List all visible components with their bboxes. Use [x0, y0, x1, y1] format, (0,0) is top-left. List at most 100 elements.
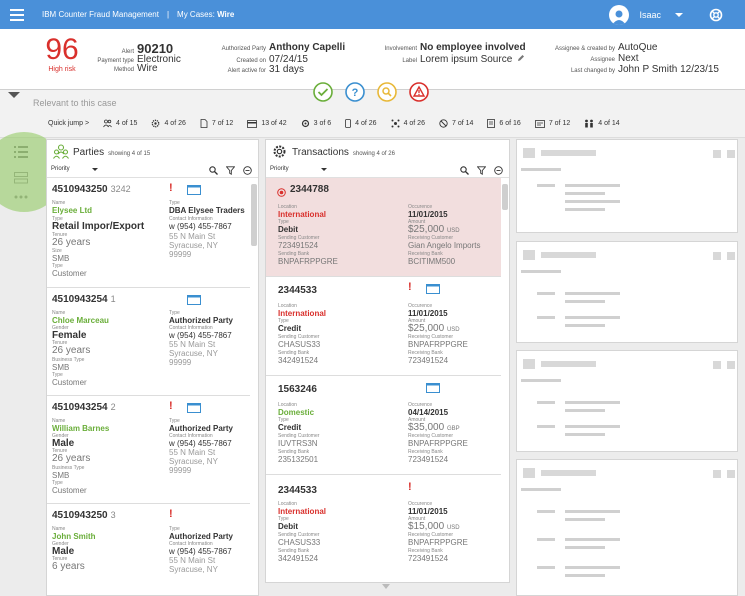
filter-icon[interactable]: [226, 166, 235, 175]
breadcrumb-prefix[interactable]: My Cases:: [177, 10, 215, 19]
txn-occurence-field: Occurence 11/01/2015: [408, 501, 448, 516]
notes-icon: [487, 119, 496, 128]
party-name[interactable]: William Barnes: [52, 424, 109, 433]
folder-icon[interactable]: [426, 382, 440, 393]
placeholder-tool: [713, 150, 721, 158]
transactions-sort-dropdown[interactable]: Priority: [270, 166, 327, 172]
transaction-card[interactable]: 1563246 Location Domestic Type Credit Send…: [266, 376, 501, 475]
party-kind-field: Type Customer: [52, 372, 87, 387]
folder-icon[interactable]: [426, 283, 440, 294]
quick-jump-relationships[interactable]: 4 of 14: [584, 119, 620, 128]
placeholder-line: [537, 538, 555, 541]
quick-jump-blocked[interactable]: 7 of 14: [439, 119, 473, 128]
txn-receiving-customer-field: Receiving Customer BNPAFRPPGRE: [408, 433, 468, 448]
party-card[interactable]: 4510943250 3242 ! Name Elysee Ltd Type Reta…: [47, 178, 250, 288]
txn-location-field: Location International: [278, 303, 326, 318]
party-name[interactable]: Elysee Ltd: [52, 206, 92, 215]
user-menu-chevron-down-icon[interactable]: [675, 12, 683, 17]
party-contact-field: Contact Information w (954) 455-7867: [169, 541, 232, 556]
party-kind-field: Type Customer: [52, 480, 87, 495]
quick-jump-settings[interactable]: 3 of 6: [301, 119, 332, 128]
user-name[interactable]: Isaac: [639, 10, 661, 20]
address-line: Syracuse, NY: [169, 349, 218, 358]
transactions-scrollbar[interactable]: [502, 184, 508, 210]
hamburger-menu-icon[interactable]: [4, 0, 30, 29]
quick-jump-network[interactable]: 4 of 26: [391, 119, 425, 128]
quick-jump-transactions[interactable]: 4 of 26: [151, 119, 186, 128]
quick-jump-count: 4 of 26: [403, 120, 425, 127]
quick-jump-parties[interactable]: 4 of 15: [103, 119, 137, 128]
field-value: Domestic: [278, 408, 315, 417]
address-line: 55 N Main St: [169, 340, 216, 349]
quick-jump-cards[interactable]: 13 of 42: [247, 119, 287, 128]
selected-radio-icon[interactable]: [277, 188, 286, 197]
field-value: Authorized Party: [169, 532, 234, 541]
field-value: w (954) 455-7867: [169, 222, 232, 231]
search-icon[interactable]: [460, 166, 469, 175]
involvement-value: No employee involved: [420, 42, 526, 53]
placeholder-line: [565, 425, 620, 428]
edit-pencil-icon[interactable]: [517, 54, 525, 62]
folder-icon[interactable]: [187, 294, 201, 305]
approve-check-icon[interactable]: [312, 81, 334, 103]
svg-text:?: ?: [352, 87, 359, 99]
placeholder-panel: [516, 139, 738, 233]
quick-jump-messages[interactable]: 7 of 12: [534, 119, 570, 128]
field-value: 04/14/2015: [408, 408, 449, 417]
collapse-minus-icon[interactable]: [243, 166, 252, 175]
relationship-icon: [585, 119, 594, 128]
party-name[interactable]: John Smith: [52, 532, 96, 541]
parties-scrollbar[interactable]: [251, 184, 257, 246]
party-tenure-field: Tenure 26 years: [52, 232, 90, 248]
party-card[interactable]: 4510943250 3 ! Name John Smith Gender Male …: [47, 504, 250, 596]
placeholder-line: [537, 510, 555, 513]
folder-icon[interactable]: [187, 184, 201, 195]
parties-sort-dropdown[interactable]: Priority: [51, 166, 98, 172]
placeholder-line: [565, 300, 605, 303]
breadcrumb[interactable]: My Cases: Wire: [177, 10, 234, 19]
party-name-field: Name John Smith: [52, 526, 96, 541]
folder-icon[interactable]: [187, 402, 201, 413]
blocked-icon: [439, 119, 448, 128]
last-changed-value: John P Smith 12/23/15: [618, 64, 719, 75]
filter-icon[interactable]: [477, 166, 486, 175]
field-value: 723491524: [408, 455, 449, 464]
load-more-chevron-down-icon[interactable]: [382, 584, 390, 589]
collapse-minus-icon[interactable]: [494, 166, 503, 175]
placeholder-tool: [727, 361, 735, 369]
transactions-sort-value: Priority: [270, 166, 289, 172]
question-icon[interactable]: ?: [344, 81, 366, 103]
party-name-field: Name Elysee Ltd: [52, 200, 92, 215]
method-label: Method: [113, 67, 134, 73]
escalate-warning-icon[interactable]: [408, 81, 430, 103]
quick-jump-documents[interactable]: 7 of 12: [200, 119, 233, 128]
transaction-card[interactable]: 2344533 ! Location International Type Cred…: [266, 277, 501, 376]
avatar[interactable]: [609, 4, 630, 25]
txn-amount-field: Amount $35,000 GBP: [408, 417, 460, 434]
relevant-title: Relevant to this case: [33, 98, 117, 108]
search-investigate-icon[interactable]: [376, 81, 398, 103]
party-card[interactable]: 4510943254 2 ! Name William Barnes Gender M…: [47, 396, 250, 504]
assignee-value[interactable]: Next: [618, 53, 639, 64]
party-id: 4510943254 1: [52, 294, 116, 305]
quick-jump-count: 6 of 16: [499, 120, 521, 127]
placeholder-line: [537, 401, 555, 404]
txn-sending-bank-field: Sending Bank 235132501: [278, 449, 318, 464]
help-lifebuoy-icon[interactable]: [709, 8, 723, 22]
search-icon[interactable]: [209, 166, 218, 175]
quick-jump-devices[interactable]: 4 of 26: [345, 119, 377, 128]
quick-jump-notes[interactable]: 6 of 16: [487, 119, 521, 128]
transaction-card[interactable]: 2344533 ! Location International Type Debi…: [266, 475, 501, 583]
placeholder-line: [537, 425, 555, 428]
quick-jump-label: Quick jump >: [48, 120, 90, 127]
app-title: IBM Counter Fraud Management: [42, 10, 159, 19]
placeholder-line: [537, 292, 555, 295]
party-card[interactable]: 4510943254 1 Name Chloe Marceau Gender Fema…: [47, 288, 250, 396]
party-id-sub: 1: [110, 294, 116, 304]
collapse-triangle-icon[interactable]: [8, 92, 20, 98]
field-value: BCITIMM500: [408, 257, 456, 266]
party-name[interactable]: Chloe Marceau: [52, 316, 109, 325]
authorized-party-value[interactable]: Anthony Capelli: [269, 42, 345, 53]
transaction-card-selected[interactable]: 2344788 Location International Type Debit …: [266, 178, 501, 277]
quick-jump-count: 3 of 6: [313, 120, 332, 127]
